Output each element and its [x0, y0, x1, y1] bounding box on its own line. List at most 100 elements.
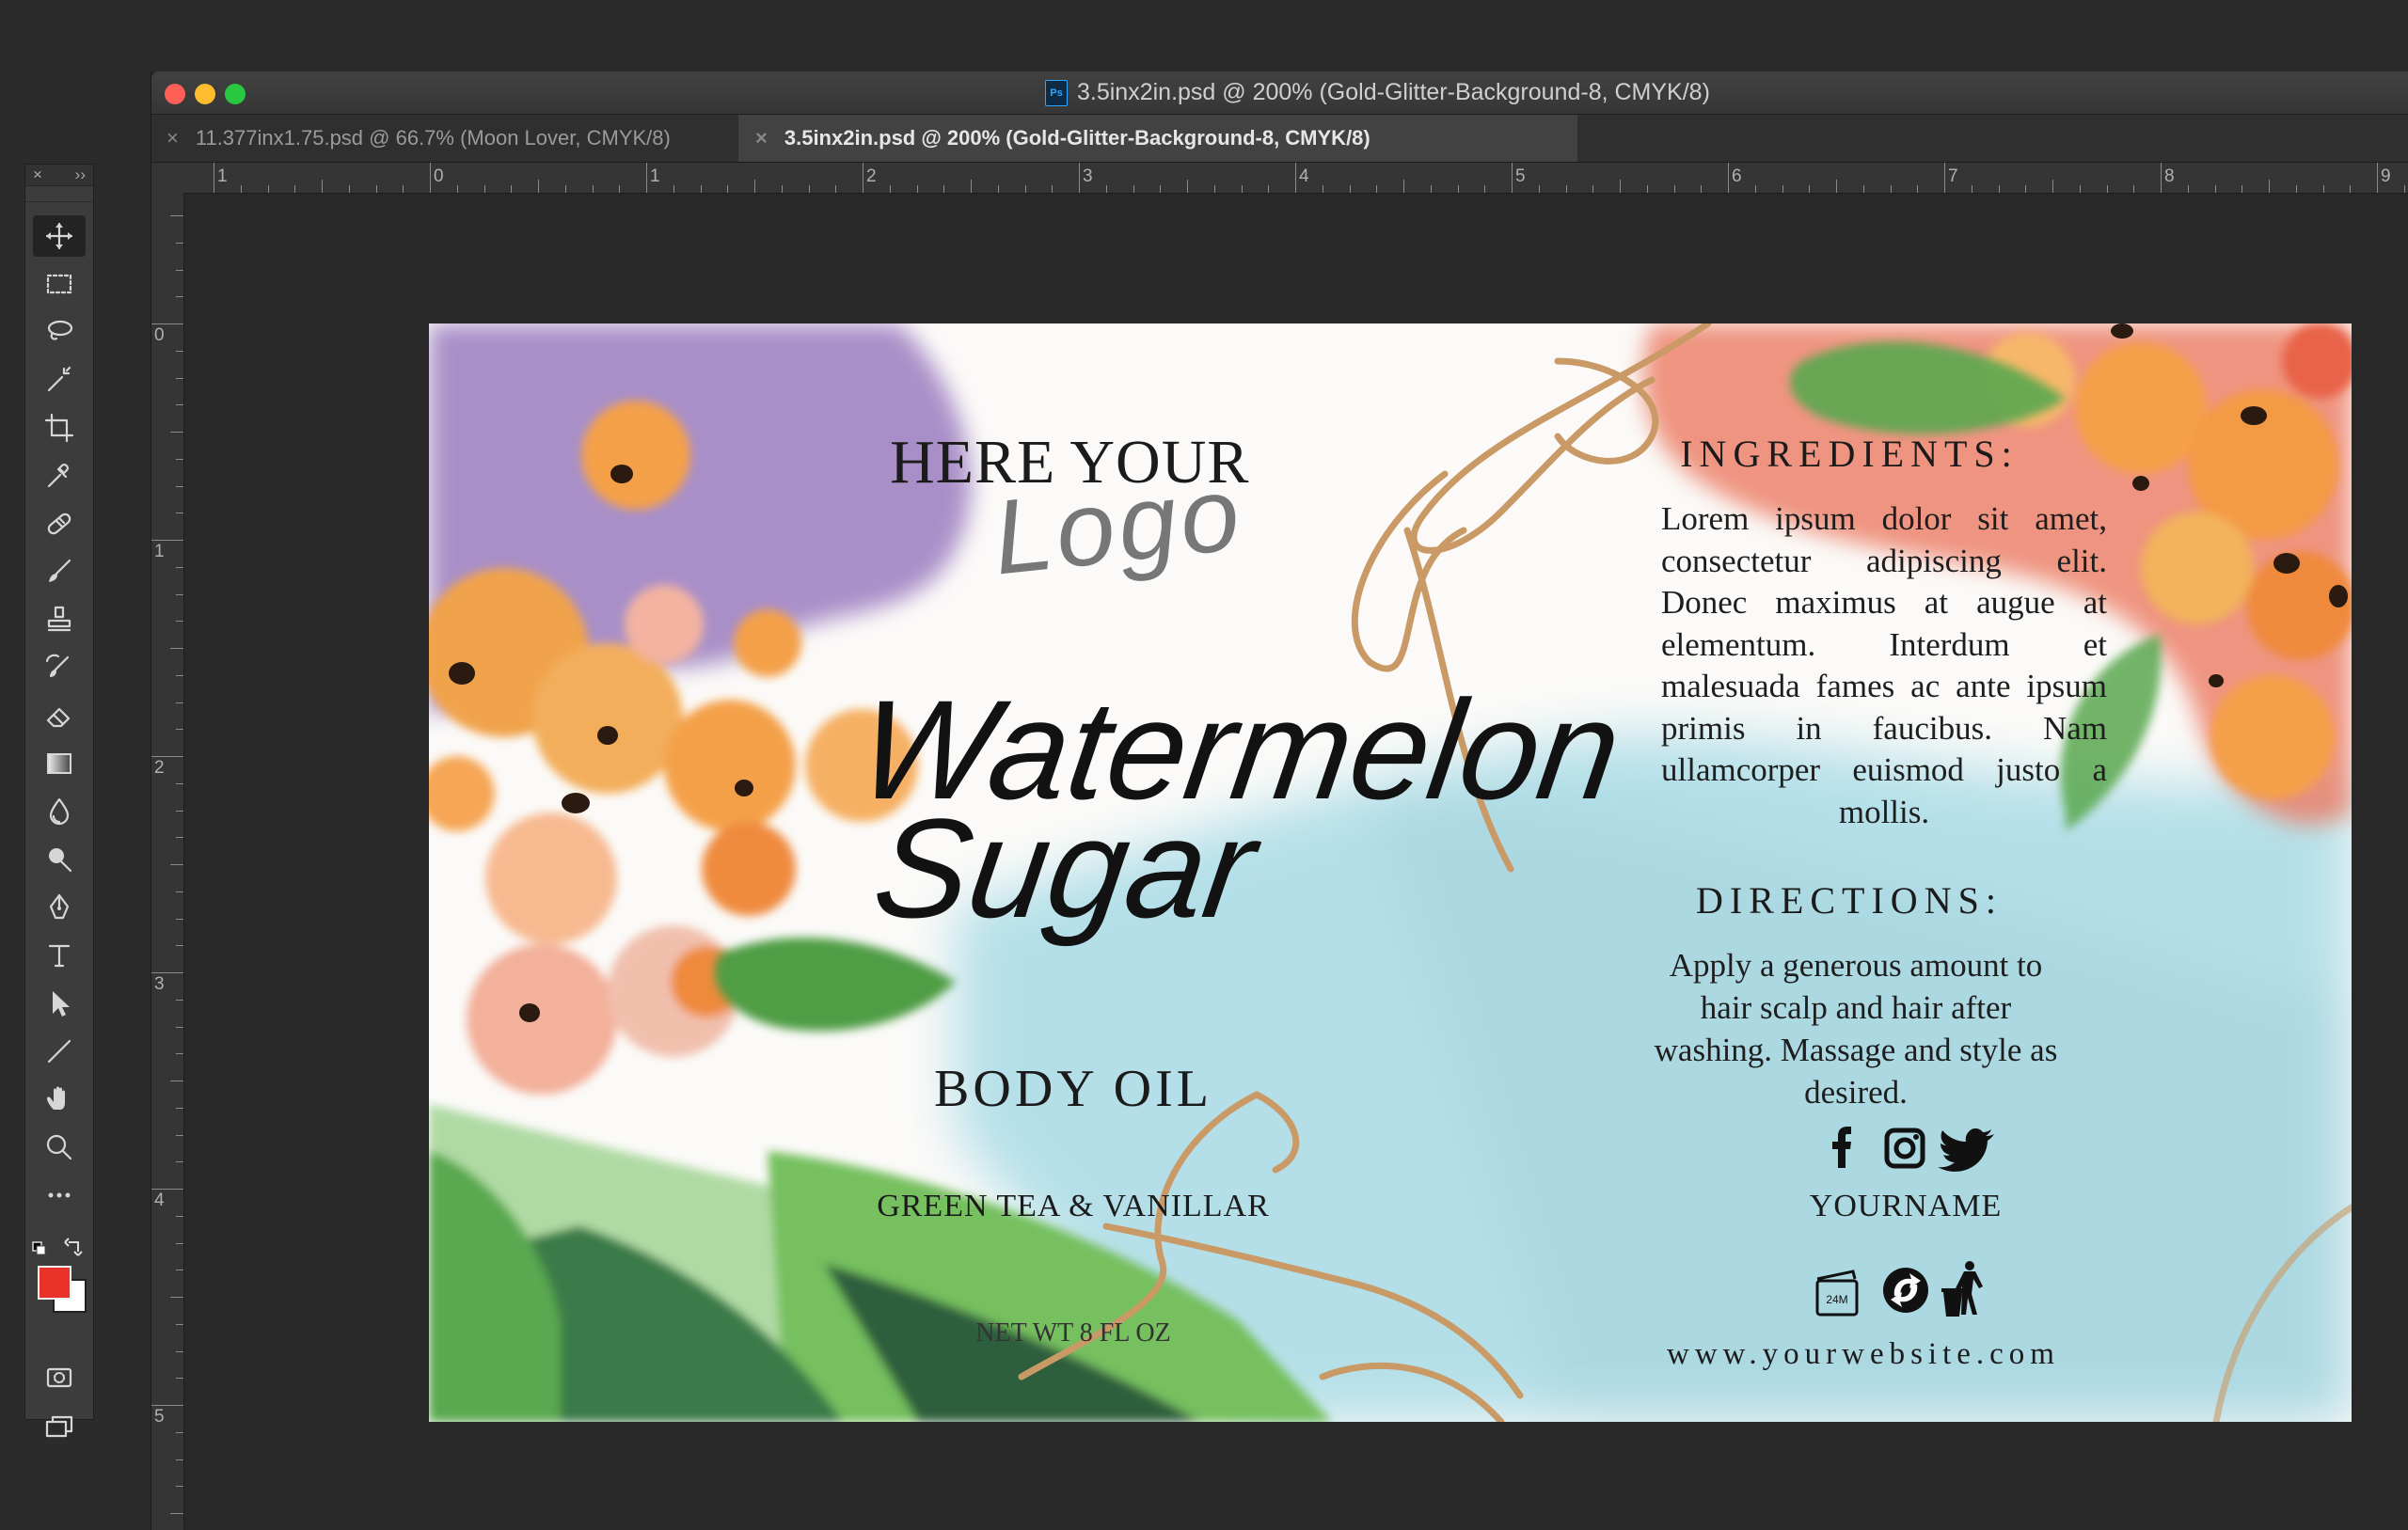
screen-mode-button[interactable] [33, 1406, 86, 1447]
ruler-minor-tick [176, 404, 183, 406]
tab-gold-glitter[interactable]: × 3.5inx2in.psd @ 200% (Gold-Glitter-Back… [738, 115, 1577, 162]
website-url[interactable]: www.yourwebsite.com [1642, 1337, 2084, 1372]
scent-label[interactable]: GREEN TEA & VANILLAR [852, 1189, 1294, 1224]
directions-heading[interactable]: DIRECTIONS: [1633, 878, 2066, 923]
close-window-button[interactable] [165, 84, 185, 104]
ruler-minor-tick [294, 185, 296, 193]
ruler-label: 0 [434, 166, 444, 186]
pen-tool[interactable] [33, 887, 86, 928]
gradient-tool[interactable] [33, 743, 86, 784]
ruler-minor-tick [2322, 185, 2324, 193]
clone-stamp-tool[interactable] [33, 599, 86, 640]
ruler-minor-tick [176, 1378, 183, 1380]
history-brush-icon [45, 654, 70, 677]
ruler-major-tick [1944, 163, 1945, 193]
rectangular-marquee-tool[interactable] [33, 263, 86, 305]
blur-tool[interactable] [33, 791, 86, 832]
tools-panel-grip[interactable] [25, 186, 93, 202]
ruler-minor-tick [176, 485, 183, 487]
tools-panel-collapse-button[interactable]: ›› [75, 165, 86, 185]
social-icons [1832, 1127, 1994, 1172]
ruler-minor-tick [2052, 180, 2053, 193]
window-title-text: 3.5inx2in.psd @ 200% (Gold-Glitter-Backg… [1077, 79, 1710, 105]
type-tool[interactable] [33, 935, 86, 976]
ruler-origin[interactable] [151, 163, 184, 194]
ruler-minor-tick [483, 185, 485, 193]
hand-tool[interactable] [33, 1079, 86, 1120]
ruler-minor-tick [1862, 185, 1864, 193]
eraser-tool[interactable] [33, 695, 86, 736]
tab-moon-lover[interactable]: × 11.377inx1.75.psd @ 66.7% (Moon Lover, … [166, 115, 671, 162]
ruler-major-tick [151, 323, 183, 324]
ruler-minor-tick [176, 566, 183, 568]
history-brush-tool[interactable] [33, 647, 86, 688]
ruler-minor-tick [1024, 185, 1026, 193]
horizontal-ruler[interactable]: 1 0 1 2 3 4 5 6 7 8 9 [183, 163, 2408, 194]
zoom-window-button[interactable] [225, 84, 246, 104]
tab-close-icon[interactable]: × [755, 126, 768, 150]
ruler-major-tick [1728, 163, 1729, 193]
eyedropper-icon [47, 464, 69, 488]
ruler-minor-tick [170, 1297, 183, 1298]
ruler-label: 6 [1732, 166, 1742, 186]
green-dot-recycle-icon [1883, 1268, 1928, 1313]
tidyman-bin-icon [1941, 1261, 1983, 1317]
zoom-tool[interactable] [33, 1127, 86, 1168]
lasso-tool[interactable] [33, 311, 86, 353]
move-tool[interactable] [33, 215, 86, 257]
ruler-minor-tick [170, 432, 183, 433]
crop-tool[interactable] [33, 407, 86, 449]
product-name[interactable]: Watermelon Sugar [835, 670, 1630, 947]
ruler-minor-tick [1105, 185, 1107, 193]
dodge-tool[interactable] [33, 839, 86, 880]
default-colors-icon[interactable] [32, 1241, 46, 1255]
path-selection-tool[interactable] [33, 983, 86, 1024]
ruler-minor-tick [889, 185, 891, 193]
brush-icon [49, 559, 71, 582]
edit-toolbar[interactable] [33, 1175, 86, 1216]
ruler-minor-tick [835, 185, 837, 193]
eyedropper-tool[interactable] [33, 455, 86, 497]
ruler-minor-tick [619, 185, 621, 193]
ruler-minor-tick [564, 185, 566, 193]
ruler-minor-tick [176, 1107, 183, 1109]
ruler-minor-tick [176, 593, 183, 595]
ingredients-heading[interactable]: INGREDIENTS: [1633, 432, 2066, 476]
ruler-label: 1 [650, 166, 660, 186]
ruler-major-tick [151, 1189, 183, 1190]
directions-text[interactable]: Apply a generous amount to hair scalp an… [1642, 944, 2069, 1113]
foreground-color-swatch[interactable] [38, 1266, 71, 1300]
ruler-minor-tick [170, 648, 183, 649]
ruler-minor-tick [176, 458, 183, 460]
vertical-ruler[interactable]: 0 1 2 3 4 5 [151, 193, 184, 1530]
title-bar[interactable]: Ps 3.5inx2in.psd @ 200% (Gold-Glitter-Bac… [151, 71, 2408, 115]
gradient-icon [47, 753, 71, 774]
ingredients-text[interactable]: Lorem ipsum dolor sit amet, consectetur … [1661, 498, 2107, 833]
canvas-artwork[interactable]: HERE YOUR Logo Watermelon Sugar BODY OIL… [429, 323, 2352, 1422]
tab-close-icon[interactable]: × [166, 126, 179, 150]
minimize-window-button[interactable] [195, 84, 215, 104]
logo-placeholder-script[interactable]: Logo [988, 451, 1248, 598]
net-weight[interactable]: NET WT 8 FL OZ [852, 1318, 1294, 1349]
ruler-minor-tick [176, 1161, 183, 1163]
magic-wand-tool[interactable] [33, 359, 86, 401]
brand-name[interactable]: YOURNAME [1727, 1189, 2084, 1224]
swap-colors-icon[interactable] [64, 1238, 83, 1256]
ruler-minor-tick [2106, 185, 2108, 193]
healing-brush-tool[interactable] [33, 503, 86, 544]
ruler-minor-tick [176, 350, 183, 352]
ruler-minor-tick [176, 837, 183, 839]
ruler-major-tick [151, 1405, 183, 1406]
quick-mask-mode-button[interactable] [33, 1357, 86, 1398]
move-icon [45, 222, 73, 250]
product-type[interactable]: BODY OIL [852, 1059, 1294, 1119]
line-tool[interactable] [33, 1031, 86, 1072]
ruler-label: 4 [1299, 166, 1309, 186]
tools-panel-close-button[interactable]: × [33, 165, 42, 185]
ruler-minor-tick [1701, 185, 1703, 193]
brush-tool[interactable] [33, 551, 86, 592]
ruler-minor-tick [176, 918, 183, 920]
ruler-label: 8 [2164, 166, 2175, 186]
ruler-label: 1 [217, 166, 228, 186]
tools-panel: × ›› [24, 164, 94, 1438]
